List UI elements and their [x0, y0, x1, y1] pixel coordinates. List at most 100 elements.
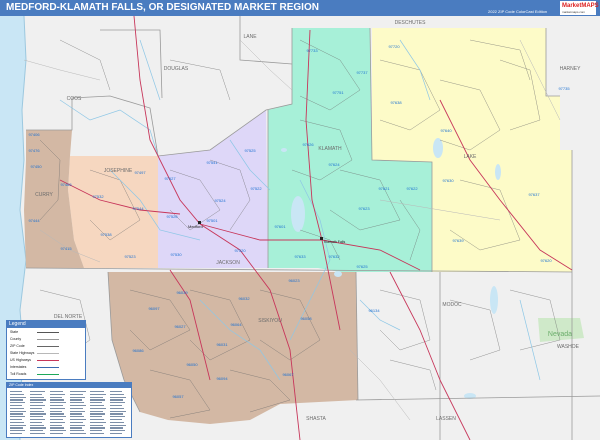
zip-index-row: [30, 416, 43, 418]
zip-index-row: [70, 413, 82, 415]
zip-index-row: [70, 430, 84, 432]
zip-index-row: [70, 419, 86, 421]
zip-index-row: [10, 413, 23, 415]
zip-label[interactable]: 97733: [306, 48, 318, 53]
zip-index-row: [90, 430, 102, 432]
zip-label[interactable]: 97526: [166, 214, 178, 219]
zip-label[interactable]: 97751: [332, 90, 344, 95]
zip-index-row: [50, 421, 65, 423]
zip-label[interactable]: 97639: [452, 238, 464, 243]
zip-label[interactable]: 97541: [206, 160, 218, 165]
zip-index-row: [90, 393, 106, 395]
zip-index-row: [30, 405, 45, 407]
zip-label[interactable]: 97640: [440, 128, 452, 133]
zip-index-row: [50, 399, 64, 401]
zip-label[interactable]: 97525: [244, 148, 256, 153]
zip-index-row: [50, 393, 65, 395]
zip-label[interactable]: 97626: [302, 142, 314, 147]
zip-index-row: [30, 427, 46, 429]
zip-label[interactable]: 96097: [148, 306, 160, 311]
zip-label[interactable]: 96067: [282, 372, 294, 377]
zip-label[interactable]: 97465: [60, 182, 72, 187]
map-page: MEDFORD-KLAMATH FALLS, OR DESIGNATED MAR…: [0, 0, 600, 440]
zip-label[interactable]: 97524: [214, 198, 226, 203]
zip-label[interactable]: 97523: [124, 254, 136, 259]
zip-label[interactable]: 97632: [328, 254, 340, 259]
zip-label[interactable]: 97406: [28, 132, 40, 137]
zip-label[interactable]: 97735: [558, 86, 570, 91]
zip-label[interactable]: 97737: [356, 70, 368, 75]
zip-index-row: [50, 407, 65, 409]
zip-index-row: [30, 424, 44, 426]
zip-label[interactable]: 97623: [358, 206, 370, 211]
zip-index-row: [10, 430, 25, 432]
county-label-harney: HARNEY: [560, 66, 582, 72]
zip-index-row: [110, 399, 123, 401]
zip-index-row: [70, 407, 83, 409]
zip-label[interactable]: 96050: [186, 362, 198, 367]
zip-label[interactable]: 96057: [172, 394, 184, 399]
legend-item-us-highways: US Highways: [10, 358, 32, 362]
zip-label[interactable]: 96032: [238, 296, 250, 301]
zip-index-row: [90, 413, 105, 415]
map-canvas[interactable]: LANE DOUGLAS COOS DESCHUTES HARNEY KLAMA…: [0, 16, 600, 440]
zip-index-row: [10, 396, 26, 398]
zip-index-row: [70, 424, 85, 426]
zip-label[interactable]: 96086: [132, 348, 144, 353]
zip-label[interactable]: 97415: [60, 246, 72, 251]
zip-label[interactable]: 97624: [328, 162, 340, 167]
zip-label[interactable]: 96058: [300, 316, 312, 321]
zip-label[interactable]: 97625: [356, 264, 368, 269]
zip-index-row: [50, 419, 63, 421]
zip-label[interactable]: 96027: [174, 324, 186, 329]
zip-label[interactable]: 97527: [164, 176, 176, 181]
zip-label[interactable]: 96023: [288, 278, 300, 283]
zip-label[interactable]: 97544: [132, 206, 144, 211]
zip-index-row: [110, 416, 125, 418]
zip-label[interactable]: 97444: [28, 218, 40, 223]
legend-swatch-county: [37, 339, 59, 340]
zip-label[interactable]: 97622: [406, 186, 418, 191]
zip-label[interactable]: 97501: [206, 218, 218, 223]
zip-label[interactable]: 96039: [176, 290, 188, 295]
zip-label[interactable]: 97633: [294, 254, 306, 259]
zip-index-row: [10, 399, 23, 401]
zip-label[interactable]: 97637: [528, 192, 540, 197]
zip-label[interactable]: 97476: [28, 148, 40, 153]
zip-index-row: [110, 405, 122, 407]
zip-label[interactable]: 96064: [230, 322, 242, 327]
zip-label[interactable]: 97530: [170, 252, 182, 257]
zip-label[interactable]: 96094: [216, 376, 228, 381]
legend-item-toll-roads: Toll Roads: [10, 372, 27, 376]
zip-label[interactable]: 97522: [250, 186, 262, 191]
zip-label[interactable]: 97450: [30, 164, 42, 169]
county-label-deschutes: DESCHUTES: [395, 20, 427, 26]
zip-index-row: [110, 427, 123, 429]
lake-abert: [495, 164, 501, 180]
zip-label[interactable]: 97601: [274, 224, 286, 229]
zip-index-row: [90, 421, 106, 423]
nevada-wilderness: [538, 318, 584, 342]
zip-label[interactable]: 97720: [388, 44, 400, 49]
zip-label[interactable]: 97538: [100, 232, 112, 237]
zip-label[interactable]: 97630: [442, 178, 454, 183]
zip-label[interactable]: 96031: [216, 342, 228, 347]
zip-index-row: [30, 433, 45, 435]
county-label-modoc: MODOC: [442, 302, 462, 308]
zip-index-row: [70, 433, 86, 435]
legend-item-zip: ZIP Code: [10, 344, 25, 348]
zip-label[interactable]: 97621: [378, 186, 390, 191]
zip-index-row: [10, 407, 24, 409]
zip-label[interactable]: 97620: [540, 258, 552, 263]
zip-index-row: [70, 421, 83, 423]
county-label-curry: CURRY: [35, 192, 53, 198]
zip-index-row: [10, 410, 26, 412]
map-legend: Legend State County ZIP Code State Highw…: [6, 320, 86, 380]
zip-label[interactable]: 96134: [368, 308, 380, 313]
zip-index-row: [70, 399, 82, 401]
zip-label[interactable]: 97638: [390, 100, 402, 105]
zip-index-row: [110, 419, 122, 421]
zip-label[interactable]: 97497: [134, 170, 146, 175]
zip-label[interactable]: 97520: [234, 248, 246, 253]
zip-label[interactable]: 97532: [92, 194, 104, 199]
